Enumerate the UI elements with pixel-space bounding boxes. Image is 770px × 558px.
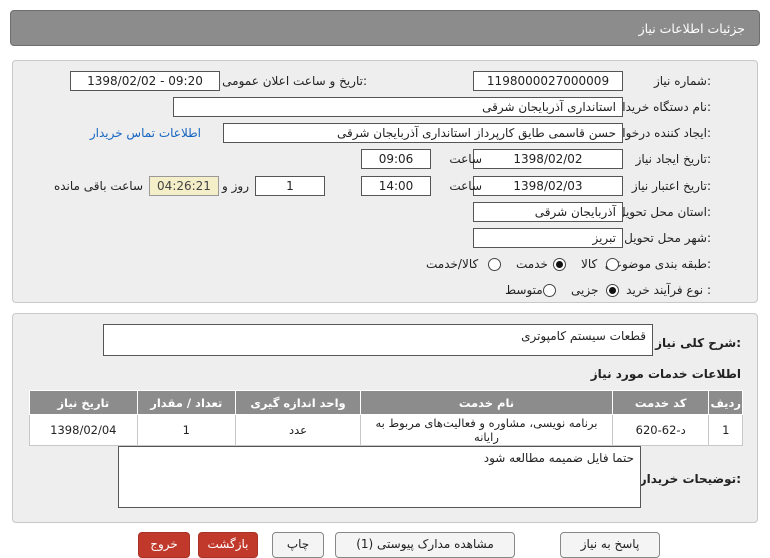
row-number-cell: 1: [708, 414, 743, 446]
col-date-header: تاریخ نیاز: [29, 390, 138, 415]
summary-label: شرح کلی نیاز:: [655, 336, 741, 350]
category-goods-label: کالا: [581, 257, 598, 271]
announce-datetime-field: 1398/02/02 - 09:20: [70, 71, 220, 91]
city-field: تبریز: [473, 228, 623, 248]
table-row: 1 د-62-620 برنامه نویسی، مشاوره و فعالیت…: [29, 414, 743, 446]
days-label: روز و: [222, 179, 249, 193]
city-label: شهر محل تحویل:: [624, 231, 711, 245]
services-table-header: ردیف کد خدمت نام خدمت واحد اندازه گیری ت…: [29, 390, 743, 415]
province-field: آذربایجان شرقی: [473, 202, 623, 222]
page-title: جزئیات اطلاعات نیاز: [638, 21, 745, 36]
buyer-notes-field: حتما فایل ضمیمه مطالعه شود: [118, 446, 641, 508]
created-time-label: ساعت: [449, 152, 482, 166]
print-button[interactable]: چاپ: [272, 532, 324, 558]
service-name-cell: برنامه نویسی، مشاوره و فعالیت‌های مربوط …: [360, 414, 613, 446]
buyer-org-label: نام دستگاه خریدار:: [616, 100, 712, 114]
remaining-label: ساعت باقی مانده: [53, 179, 143, 193]
category-service-label: خدمت: [516, 257, 548, 271]
category-goods-service-label: کالا/خدمت: [426, 257, 479, 271]
announce-label: تاریخ و ساعت اعلان عمومی:: [222, 74, 367, 88]
need-info-panel: شماره نیاز: 1198000027000009 تاریخ و ساع…: [12, 60, 758, 303]
need-date-cell: 1398/02/04: [29, 414, 138, 446]
need-number-field: 1198000027000009: [473, 71, 623, 91]
process-medium-label: متوسط: [505, 283, 543, 297]
back-button[interactable]: بازگشت: [198, 532, 258, 558]
buyer-contact-link[interactable]: اطلاعات تماس خریدار: [90, 126, 201, 140]
buyer-org-field: استانداری آذربایجان شرقی: [173, 97, 623, 117]
valid-date-label: تاریخ اعتبار نیاز:: [631, 179, 711, 193]
valid-time-field: 14:00: [361, 176, 431, 196]
category-service-radio[interactable]: [553, 258, 566, 271]
need-details-panel: شرح کلی نیاز: قطعات سیستم کامپوتری اطلاع…: [12, 313, 758, 523]
page-header: جزئیات اطلاعات نیاز: [10, 10, 760, 46]
creator-field: حسن قاسمی طایق کارپرداز استانداری آذربای…: [223, 123, 623, 143]
category-label: طبقه بندی موضوعی:: [604, 257, 711, 271]
services-title: اطلاعات خدمات مورد نیاز: [590, 367, 741, 381]
need-number-label: شماره نیاز:: [653, 74, 711, 88]
created-time-field: 09:06: [361, 149, 431, 169]
exit-button[interactable]: خروج: [138, 532, 190, 558]
valid-time-label: ساعت: [449, 179, 482, 193]
province-label: استان محل تحویل:: [616, 205, 711, 219]
col-unit-header: واحد اندازه گیری: [234, 390, 362, 415]
quantity-cell: 1: [136, 414, 236, 446]
valid-date-field: 1398/02/03: [473, 176, 623, 196]
reply-button[interactable]: پاسخ به نیاز: [560, 532, 660, 558]
category-goods-service-radio[interactable]: [488, 258, 501, 271]
col-row-header: ردیف: [708, 390, 743, 415]
created-date-field: 1398/02/02: [473, 149, 623, 169]
process-minor-label: جزیی: [571, 283, 599, 297]
summary-field: قطعات سیستم کامپوتری: [103, 324, 653, 356]
category-goods-radio[interactable]: [606, 258, 619, 271]
col-qty-header: تعداد / مقدار: [136, 390, 236, 415]
unit-cell: عدد: [234, 414, 362, 446]
remaining-time-field: 04:26:21: [149, 176, 219, 196]
view-documents-button[interactable]: مشاهده مدارک پیوستی (1): [335, 532, 515, 558]
days-remaining-field: 1: [255, 176, 325, 196]
service-code-cell: د-62-620: [611, 414, 710, 446]
process-medium-radio[interactable]: [543, 284, 556, 297]
process-label: نوع فرآیند خرید :: [626, 283, 711, 297]
col-code-header: کد خدمت: [611, 390, 710, 415]
process-minor-radio[interactable]: [606, 284, 619, 297]
col-name-header: نام خدمت: [360, 390, 613, 415]
created-date-label: تاریخ ایجاد نیاز:: [635, 152, 711, 166]
buyer-notes-label: توضیحات خریدار:: [639, 472, 741, 486]
services-table: ردیف کد خدمت نام خدمت واحد اندازه گیری ت…: [29, 390, 743, 446]
